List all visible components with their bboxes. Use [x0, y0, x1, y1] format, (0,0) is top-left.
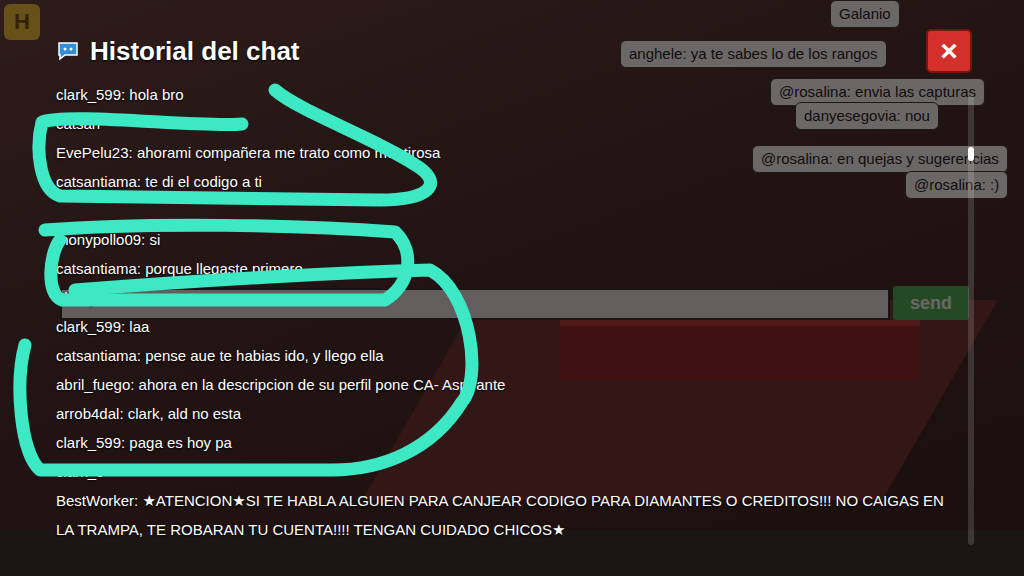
chat-line: BestWorker: ★ATENCION★SI TE HABLA ALGUIE…	[56, 486, 952, 544]
chat-line: abril_fuego: ahora en la descripcion de …	[56, 370, 952, 399]
chat-line: clark_599: hola bro	[56, 80, 952, 109]
chat-history-panel: Historial del chat×clark_599: hola broca…	[0, 0, 1024, 576]
chat-line: clark_5	[56, 457, 952, 486]
chat-line: clark_599: laa	[56, 312, 952, 341]
chat-line: catsantiama: te di el codigo a ti	[56, 167, 952, 196]
chat-line: nlaury!!!:	[56, 283, 952, 312]
chat-bubble-icon	[56, 39, 80, 63]
chat-line: catsan	[56, 109, 952, 138]
chat-line: catsantiama: porque llegaste primero	[56, 254, 952, 283]
chat-line: arrob4dal: clark, ald no esta	[56, 399, 952, 428]
chat-line: EvePelu23: ahorami compañera me trato co…	[56, 138, 952, 167]
chat-log: clark_599: hola brocatsanEvePelu23: ahor…	[56, 80, 972, 544]
scrollbar[interactable]	[968, 95, 974, 545]
scroll-thumb[interactable]	[968, 147, 974, 161]
game-room: HGalanioanghele: ya te sabes lo de los r…	[0, 0, 1024, 576]
scribble	[0, 0, 1024, 576]
chat-line: clark_599: paga es hoy pa	[56, 428, 952, 457]
close-button[interactable]: ×	[926, 29, 972, 73]
chat-line	[56, 196, 952, 225]
panel-title: Historial del chat	[90, 36, 300, 67]
panel-header: Historial del chat ×	[56, 26, 972, 76]
chat-line: thonypollo09: si	[56, 225, 952, 254]
chat-line: catsantiama: pense aue te habias ido, y …	[56, 341, 952, 370]
